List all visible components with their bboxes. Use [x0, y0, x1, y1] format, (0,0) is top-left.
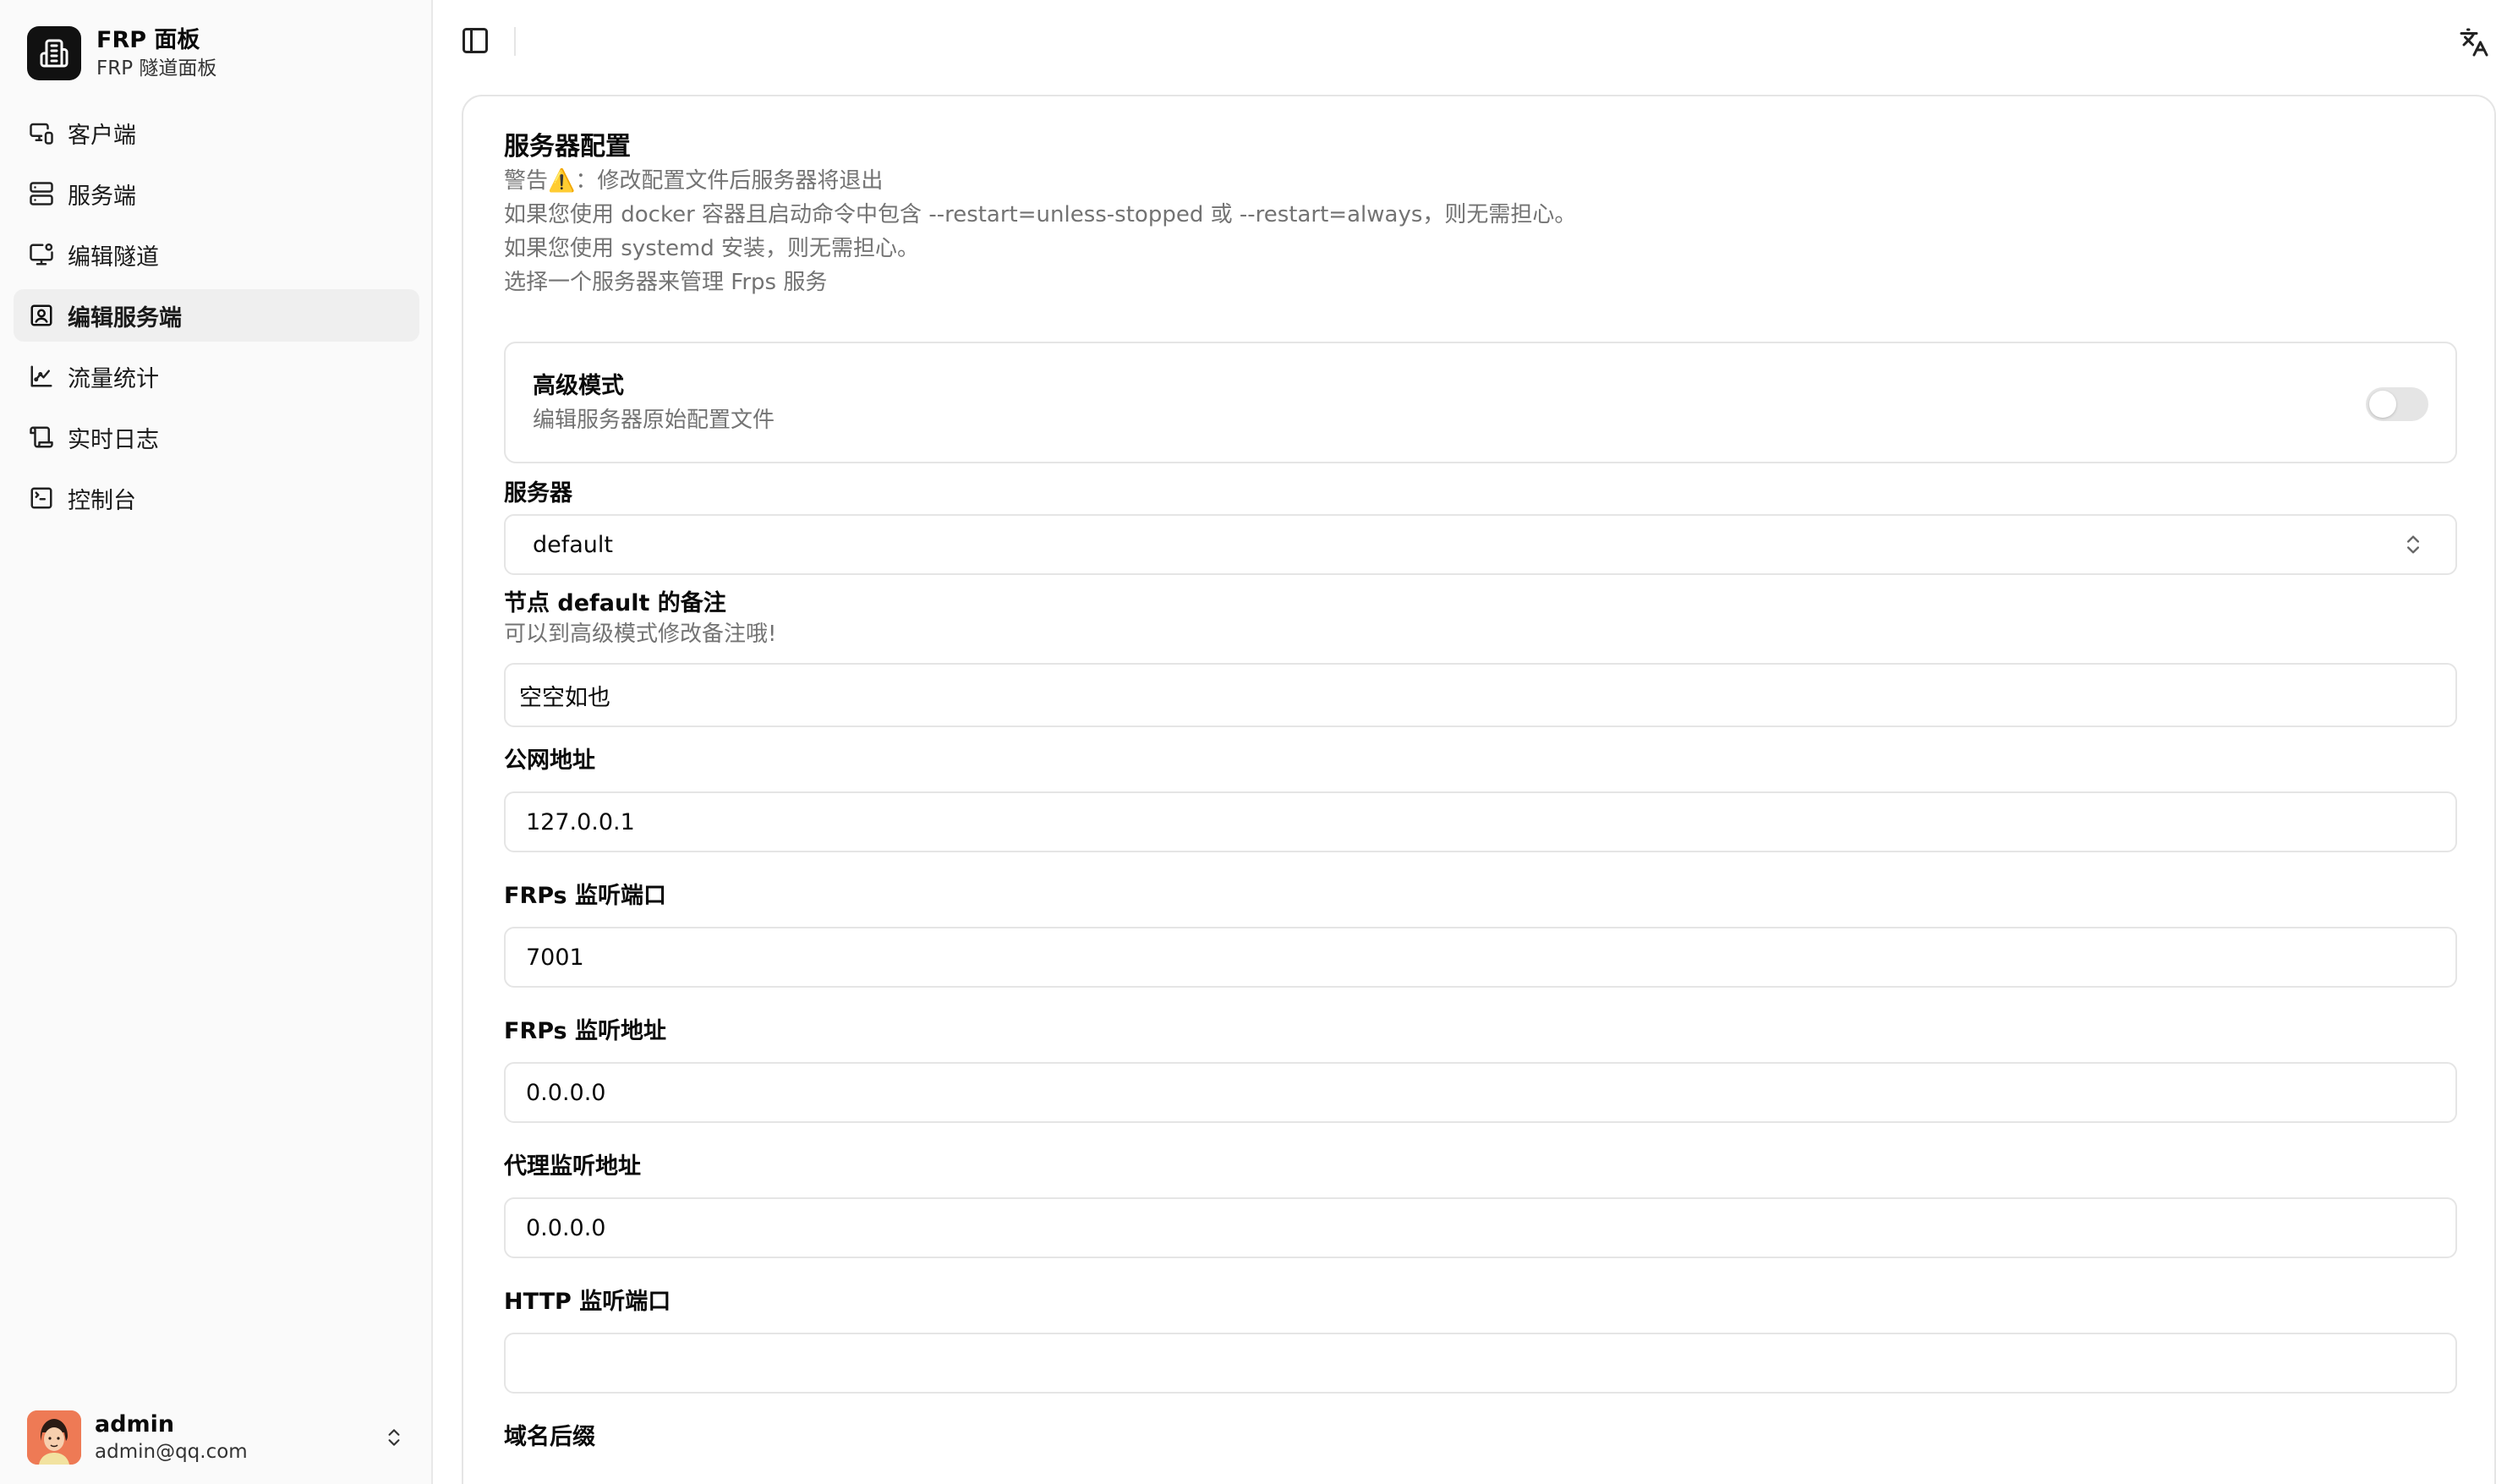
brand-subtitle: FRP 隧道面板 [96, 57, 217, 79]
sidebar-item-clients[interactable]: 客户端 [14, 107, 419, 159]
proxy-address-input[interactable]: 0.0.0.0 [504, 1197, 2457, 1258]
server-icon [27, 179, 56, 208]
warning-line: 如果您使用 docker 容器且启动命令中包含 --restart=unless… [504, 202, 1577, 227]
monitor-smartphone-icon [27, 118, 56, 147]
user-email: admin@qq.com [95, 1441, 248, 1463]
sidebar: FRP 面板 FRP 隧道面板 客户端 服务端 编辑隧道 编辑服务端 流量统计 … [0, 0, 433, 1484]
sidebar-item-label: 服务端 [68, 183, 136, 210]
sidebar-item-label: 客户端 [68, 122, 136, 149]
node-note-hint: 可以到高级模式修改备注哦! [504, 622, 777, 647]
sidebar-item-edit-tunnel[interactable]: 编辑隧道 [14, 228, 419, 281]
sidebar-item-edit-server[interactable]: 编辑服务端 [14, 289, 419, 342]
chart-line-icon [27, 362, 56, 391]
node-note-value: 空空如也 [519, 684, 610, 711]
domain-suffix-label: 域名后缀 [504, 1424, 595, 1450]
advanced-mode-switch[interactable] [2366, 387, 2428, 421]
brand-logo-icon [27, 26, 81, 80]
sidebar-item-label: 编辑服务端 [68, 304, 182, 331]
page-title: 服务器配置 [504, 132, 631, 162]
languages-icon[interactable] [2454, 22, 2494, 63]
proxy-address-value: 0.0.0.0 [526, 1214, 606, 1241]
frps-port-label: FRPs 监听端口 [504, 883, 667, 909]
sidebar-item-label: 控制台 [68, 487, 136, 514]
sidebar-item-label: 实时日志 [68, 426, 159, 453]
frps-address-label: FRPs 监听地址 [504, 1018, 667, 1044]
server-select-value: default [533, 531, 614, 558]
user-menu[interactable]: admin admin@qq.com [14, 1404, 419, 1471]
server-label: 服务器 [504, 480, 572, 507]
public-address-label: 公网地址 [504, 747, 595, 774]
sidebar-item-console[interactable]: 控制台 [14, 472, 419, 524]
advanced-mode-title: 高级模式 [533, 373, 624, 399]
advanced-mode-box: 高级模式 编辑服务器原始配置文件 [504, 342, 2457, 463]
monitor-cog-icon [27, 240, 56, 269]
server-select[interactable]: default [504, 514, 2457, 575]
chevrons-up-down-icon [377, 1427, 411, 1448]
sidebar-item-label: 流量统计 [68, 365, 159, 392]
app-root: FRP 面板 FRP 隧道面板 客户端 服务端 编辑隧道 编辑服务端 流量统计 … [0, 0, 2518, 1484]
sidebar-item-servers[interactable]: 服务端 [14, 167, 419, 220]
warning-line: 选择一个服务器来管理 Frps 服务 [504, 270, 828, 295]
node-note-field[interactable]: 空空如也 [504, 663, 2457, 727]
scroll-icon [27, 423, 56, 452]
top-bar [435, 0, 2518, 81]
brand[interactable]: FRP 面板 FRP 隧道面板 [27, 25, 216, 81]
server-config-card: 服务器配置 警告⚠️：修改配置文件后服务器将退出 如果您使用 docker 容器… [462, 95, 2496, 1484]
http-port-label: HTTP 监听端口 [504, 1289, 671, 1315]
sidebar-nav: 客户端 服务端 编辑隧道 编辑服务端 流量统计 实时日志 控制台 [14, 107, 419, 533]
sidebar-item-label: 编辑隧道 [68, 244, 159, 271]
public-address-value: 127.0.0.1 [526, 808, 635, 835]
frps-port-value: 7001 [526, 944, 584, 971]
chevrons-up-down-icon [2401, 533, 2425, 562]
user-name: admin [95, 1411, 175, 1437]
switch-knob [2369, 391, 2396, 418]
sidebar-item-realtime-logs[interactable]: 实时日志 [14, 411, 419, 463]
topbar-divider [514, 27, 516, 56]
terminal-icon [27, 484, 56, 512]
sidebar-toggle-icon[interactable] [460, 25, 494, 59]
avatar [27, 1410, 81, 1465]
advanced-mode-subtitle: 编辑服务器原始配置文件 [533, 408, 775, 433]
frps-port-input[interactable]: 7001 [504, 927, 2457, 988]
warning-line: 警告⚠️：修改配置文件后服务器将退出 [504, 168, 884, 194]
frps-address-input[interactable]: 0.0.0.0 [504, 1062, 2457, 1123]
http-port-input[interactable] [504, 1333, 2457, 1394]
frps-address-value: 0.0.0.0 [526, 1079, 606, 1106]
sidebar-item-traffic-stats[interactable]: 流量统计 [14, 350, 419, 402]
node-note-label: 节点 default 的备注 [504, 590, 726, 616]
warning-line: 如果您使用 systemd 安装，则无需担心。 [504, 236, 920, 261]
server-cog-icon [27, 301, 56, 330]
brand-title: FRP 面板 [96, 27, 200, 53]
proxy-address-label: 代理监听地址 [504, 1153, 641, 1180]
public-address-input[interactable]: 127.0.0.1 [504, 791, 2457, 852]
